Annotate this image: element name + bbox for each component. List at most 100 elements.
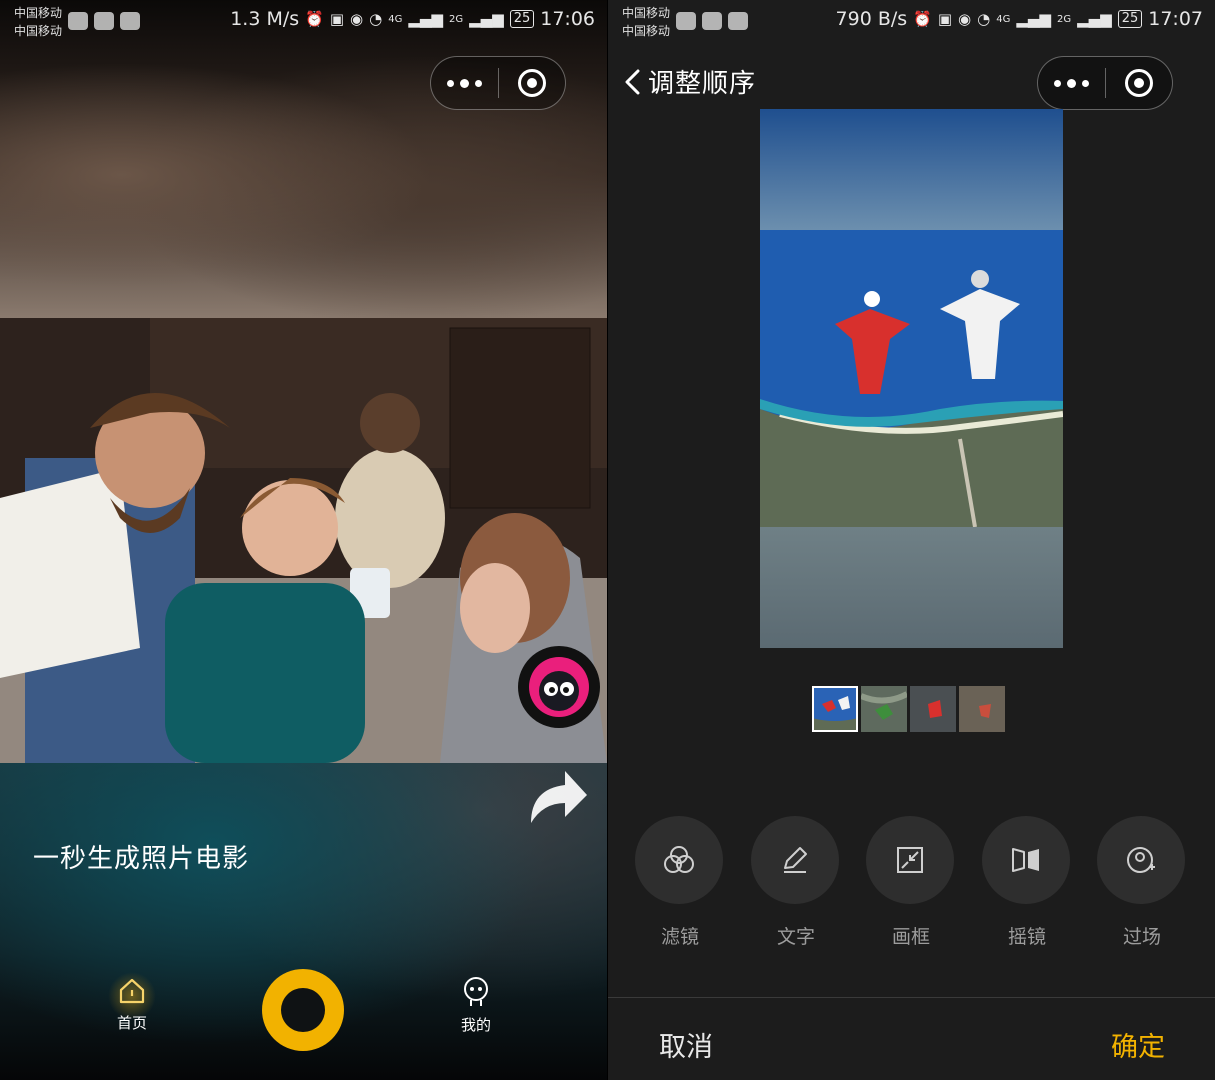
- tool-text-label: 文字: [776, 926, 815, 948]
- thumbnail-image: [861, 686, 907, 732]
- target-icon: [1124, 69, 1153, 97]
- tool-transition-label: 过场: [1122, 926, 1161, 948]
- dot: [1081, 79, 1089, 87]
- signal-icon: ▂▄▆: [1077, 10, 1112, 28]
- browser-icon: [728, 12, 748, 30]
- target-icon: [517, 69, 546, 97]
- tool-transition[interactable]: 过场: [1097, 816, 1187, 949]
- notification-icons: [68, 12, 140, 30]
- tool-text-circle: [751, 816, 839, 904]
- status-bar: 中国移动 中国移动 790 B/s ⏰ ▣ ◉ ◔ 4G ▂▄▆ 2G ▂▄▆ …: [608, 0, 1215, 46]
- clock: 17:07: [1148, 8, 1203, 30]
- photo-preview[interactable]: [760, 109, 1063, 648]
- wingsuit-preview-image: [760, 109, 1063, 648]
- share-button[interactable]: [525, 765, 591, 831]
- tool-text[interactable]: 文字: [751, 816, 841, 949]
- footer-divider: [608, 997, 1215, 998]
- battery-level: 25: [1117, 10, 1143, 28]
- home-screen: 中国移动 中国移动 1.3 M/s ⏰ ▣ ◉ ◔ 4G ▂▄▆ 2G ▂▄▆ …: [0, 0, 607, 1080]
- nav-mine[interactable]: 我的: [444, 976, 508, 1035]
- nav-home-label: 首页: [116, 1014, 147, 1032]
- clock: 17:06: [540, 8, 595, 30]
- wifi-icon: ◔: [369, 10, 383, 28]
- confirm-button[interactable]: 确定: [1111, 1025, 1165, 1064]
- thumbnail-image: [910, 686, 956, 732]
- tool-frame-label: 画框: [891, 926, 930, 948]
- filter-icon: [664, 846, 694, 873]
- mascot-button[interactable]: [518, 646, 600, 728]
- alarm-icon: ⏰: [305, 10, 324, 28]
- tool-pan[interactable]: 摇镜: [982, 816, 1072, 949]
- tool-pan-label: 摇镜: [1007, 926, 1046, 948]
- edit-toolbar: 滤镜 文字 画框 摇镜 过场: [635, 816, 1195, 949]
- owl-mascot-icon: [529, 657, 589, 717]
- page-title: 调整顺序: [648, 69, 757, 99]
- tool-filter[interactable]: 滤镜: [635, 816, 725, 949]
- pan-icon: [1012, 848, 1039, 872]
- status-right: 790 B/s ⏰ ▣ ◉ ◔ 4G ▂▄▆ 2G ▂▄▆ 25 17:07: [836, 8, 1203, 30]
- share-arrow-icon: [531, 771, 587, 823]
- dot: [1053, 79, 1061, 87]
- home-icon: [119, 978, 145, 1004]
- tool-pan-circle: [982, 816, 1070, 904]
- thumbnail-2[interactable]: [861, 686, 907, 732]
- network-speed: 790 B/s: [835, 8, 908, 30]
- battery-level: 25: [509, 10, 535, 28]
- browser-icon: [120, 12, 140, 30]
- network-speed: 1.3 M/s: [230, 8, 300, 30]
- create-movie-button[interactable]: [262, 969, 344, 1051]
- nav-mine-label: 我的: [460, 1016, 491, 1034]
- family-kitchen-image: [0, 318, 607, 763]
- thumbnail-strip: [812, 686, 1005, 732]
- chevron-left-icon: [625, 69, 640, 95]
- signal-icon: ▂▄▆: [1016, 10, 1051, 28]
- transition-icon: [1127, 847, 1155, 873]
- thumbnail-3[interactable]: [910, 686, 956, 732]
- wechat-icon: [68, 12, 88, 30]
- more-button[interactable]: [1038, 78, 1105, 88]
- wechat-icon: [676, 12, 696, 30]
- thumbnail-4[interactable]: [959, 686, 1005, 732]
- status-bar: 中国移动 中国移动 1.3 M/s ⏰ ▣ ◉ ◔ 4G ▂▄▆ 2G ▂▄▆ …: [0, 0, 607, 46]
- record-ring-icon: [281, 988, 325, 1032]
- back-button[interactable]: [622, 68, 642, 100]
- eye-icon: ◉: [350, 10, 364, 28]
- tool-filter-circle: [635, 816, 723, 904]
- close-miniprogram-button[interactable]: [499, 69, 566, 97]
- tool-frame[interactable]: 画框: [866, 816, 956, 949]
- carrier-1: 中国移动: [14, 6, 63, 20]
- adjust-order-screen: 中国移动 中国移动 790 B/s ⏰ ▣ ◉ ◔ 4G ▂▄▆ 2G ▂▄▆ …: [608, 0, 1215, 1080]
- carrier-label: 中国移动 中国移动: [622, 4, 670, 40]
- pencil-icon: [784, 847, 807, 873]
- dot: [459, 78, 469, 88]
- carrier-label: 中国移动 中国移动: [14, 4, 62, 40]
- dot: [474, 79, 482, 87]
- thumbnail-image: [959, 686, 1005, 732]
- eye-icon: ◉: [958, 10, 972, 28]
- signal-icon: ▂▄▆: [469, 10, 504, 28]
- notification-icons: [676, 12, 748, 30]
- hd-icon: ▣: [937, 10, 953, 28]
- frame-icon: [897, 847, 923, 873]
- tool-frame-circle: [866, 816, 954, 904]
- profile-icon: [464, 977, 488, 1006]
- thumbnail-1[interactable]: [812, 686, 858, 732]
- carrier-2: 中国移动: [14, 24, 63, 38]
- nav-home[interactable]: 首页: [100, 976, 164, 1033]
- network-type-1: 4G: [388, 13, 403, 25]
- more-button[interactable]: [431, 78, 498, 88]
- dot: [446, 79, 454, 87]
- close-miniprogram-button[interactable]: [1106, 69, 1173, 97]
- app-notification-icon: [702, 12, 722, 30]
- tool-filter-label: 滤镜: [660, 926, 699, 948]
- carrier-1: 中国移动: [622, 6, 671, 20]
- miniprogram-capsule: [1037, 56, 1173, 110]
- featured-photo[interactable]: [0, 318, 607, 763]
- cancel-button[interactable]: 取消: [659, 1025, 713, 1064]
- network-type-2: 2G: [1056, 13, 1072, 25]
- carrier-2: 中国移动: [622, 24, 671, 38]
- alarm-icon: ⏰: [913, 10, 932, 28]
- tagline: 一秒生成照片电影: [33, 844, 250, 874]
- network-type-2: 2G: [448, 13, 464, 25]
- wifi-icon: ◔: [977, 10, 991, 28]
